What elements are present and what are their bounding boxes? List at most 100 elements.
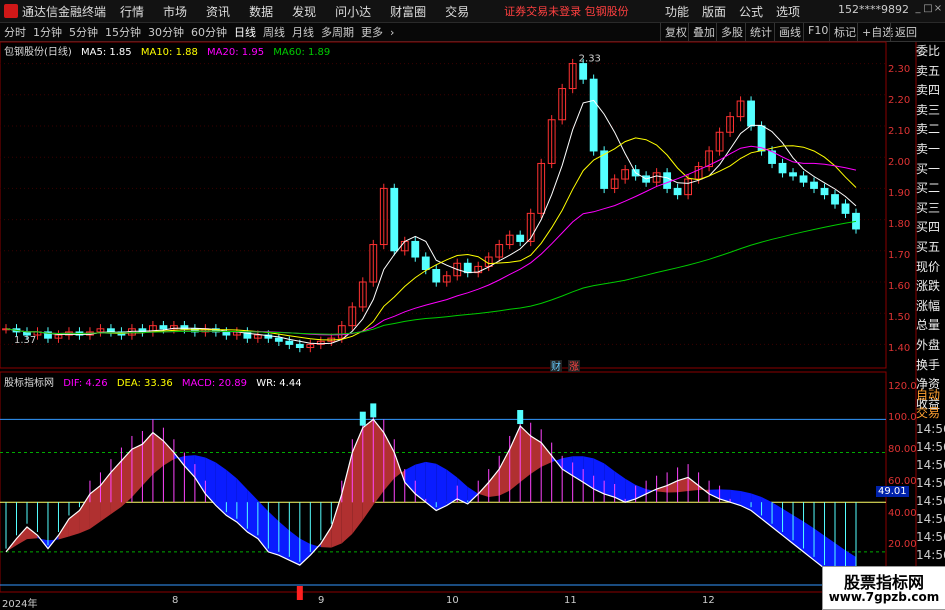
side-item: 总量 (916, 318, 941, 333)
time-entry: 14:56 (916, 458, 945, 472)
indicator-band (152, 432, 164, 475)
indicator-band (341, 452, 353, 544)
indicator-band (268, 511, 279, 556)
indicator-band (583, 456, 594, 489)
indicator-band (205, 457, 216, 506)
indicator-band (362, 419, 374, 521)
side-item: 换手 (916, 357, 941, 372)
indicator-band (247, 489, 258, 539)
price-tick: 1.90 (888, 188, 911, 199)
indicator-band (625, 478, 636, 503)
x-tick: 10 (446, 595, 459, 606)
candle (831, 194, 839, 205)
time-entry: 14:56 (916, 530, 945, 544)
x-tick: 9 (318, 595, 325, 606)
indicator-layer (0, 403, 886, 600)
time-entry: 14:56 (916, 494, 945, 508)
indicator-band (299, 538, 311, 566)
candle (789, 172, 797, 177)
candle (852, 212, 860, 230)
top-signal-marker (359, 411, 366, 426)
candle (600, 150, 609, 189)
candle (295, 343, 304, 349)
indicator-band (793, 515, 804, 552)
indicator-band (667, 480, 678, 493)
candle (159, 325, 168, 330)
indicator-band (257, 500, 269, 552)
time-entry: 14:56 (916, 476, 945, 490)
candle (421, 256, 430, 271)
side-item: 卖一 (916, 141, 941, 156)
side-item: 涨跌 (916, 279, 941, 294)
side-item: 卖五 (916, 63, 941, 78)
price-tick: 1.60 (888, 281, 911, 292)
indicator-band (415, 461, 426, 503)
candle (841, 203, 850, 214)
indicator-band (814, 528, 825, 569)
quote-side-panel: 委比 卖五 卖四 卖三 卖二 卖一 买一 买二 买三 买四 买五 现价 涨跌 涨… (916, 42, 945, 414)
indicator-band (110, 460, 122, 515)
candle (747, 100, 755, 127)
indicator-band (184, 455, 195, 478)
indicator-band (142, 432, 153, 486)
x-tick: 8 (172, 595, 179, 606)
indicator-band (772, 502, 783, 536)
candle (799, 175, 808, 183)
side-item: 买四 (916, 220, 941, 235)
time-entry: 14:56 (916, 422, 945, 436)
cai-marker: 财 (551, 360, 561, 373)
side-item: 卖四 (916, 83, 941, 98)
watermark: 股票指标网 www.7gpzb.com (822, 566, 945, 610)
x-tick: 2024年 (2, 599, 38, 610)
indicator-band (194, 455, 206, 494)
price-tick: 2.30 (888, 64, 911, 75)
side-item: 卖二 (916, 122, 941, 137)
indicator-tick: 20.00 (888, 539, 917, 550)
side-item: 买五 (916, 239, 941, 254)
candle (516, 234, 525, 242)
indicator-band (404, 464, 416, 494)
candle (285, 340, 294, 345)
indicator-band (131, 444, 143, 498)
kline-chart[interactable]: 2.33 1.37 财 涨 (0, 0, 945, 609)
watermark-url: www.7gpzb.com (828, 590, 940, 604)
indicator-band (499, 449, 510, 496)
side-item: 外盘 (916, 337, 941, 352)
time-entry: 14:56 (916, 440, 945, 454)
indicator-tick: 100.0 (888, 412, 917, 423)
side-item: 委比 (916, 44, 941, 58)
bottom-signal-marker (296, 586, 303, 600)
indicator-band (604, 463, 615, 498)
indicator-tick: 120.0 (888, 381, 917, 392)
time-entry: 14:56 (916, 548, 945, 562)
side-item: 卖三 (916, 102, 941, 117)
trade-tab[interactable]: 交易 (916, 404, 940, 421)
candle (579, 63, 588, 80)
indicator-tick: 40.00 (888, 508, 917, 519)
side-item: 现价 (916, 259, 941, 274)
indicator-band (121, 449, 132, 507)
ma-line-ma20 (5, 145, 857, 336)
top-signal-marker (370, 403, 377, 418)
x-tick: 12 (702, 595, 715, 606)
indicator-band (782, 508, 794, 544)
candle (778, 162, 787, 174)
top-signal-marker (517, 410, 524, 425)
ma-line-ma5 (5, 99, 857, 345)
candle (432, 269, 441, 283)
indicator-band (509, 426, 521, 491)
candle (663, 172, 672, 189)
price-tick: 1.40 (888, 343, 911, 354)
indicator-band (436, 463, 447, 511)
ma-line-ma60 (5, 220, 857, 335)
price-tick: 2.20 (888, 95, 911, 106)
indicator-band (373, 419, 384, 505)
price-tick: 2.10 (888, 126, 911, 137)
indicator-band (488, 469, 500, 498)
indicator-band (79, 493, 90, 534)
price-tick: 1.50 (888, 312, 911, 323)
price-tick: 2.00 (888, 157, 911, 168)
low-price-label: 1.37 (14, 335, 36, 346)
auto-trade-tab[interactable]: 自动 (916, 386, 940, 403)
candle (411, 240, 420, 258)
